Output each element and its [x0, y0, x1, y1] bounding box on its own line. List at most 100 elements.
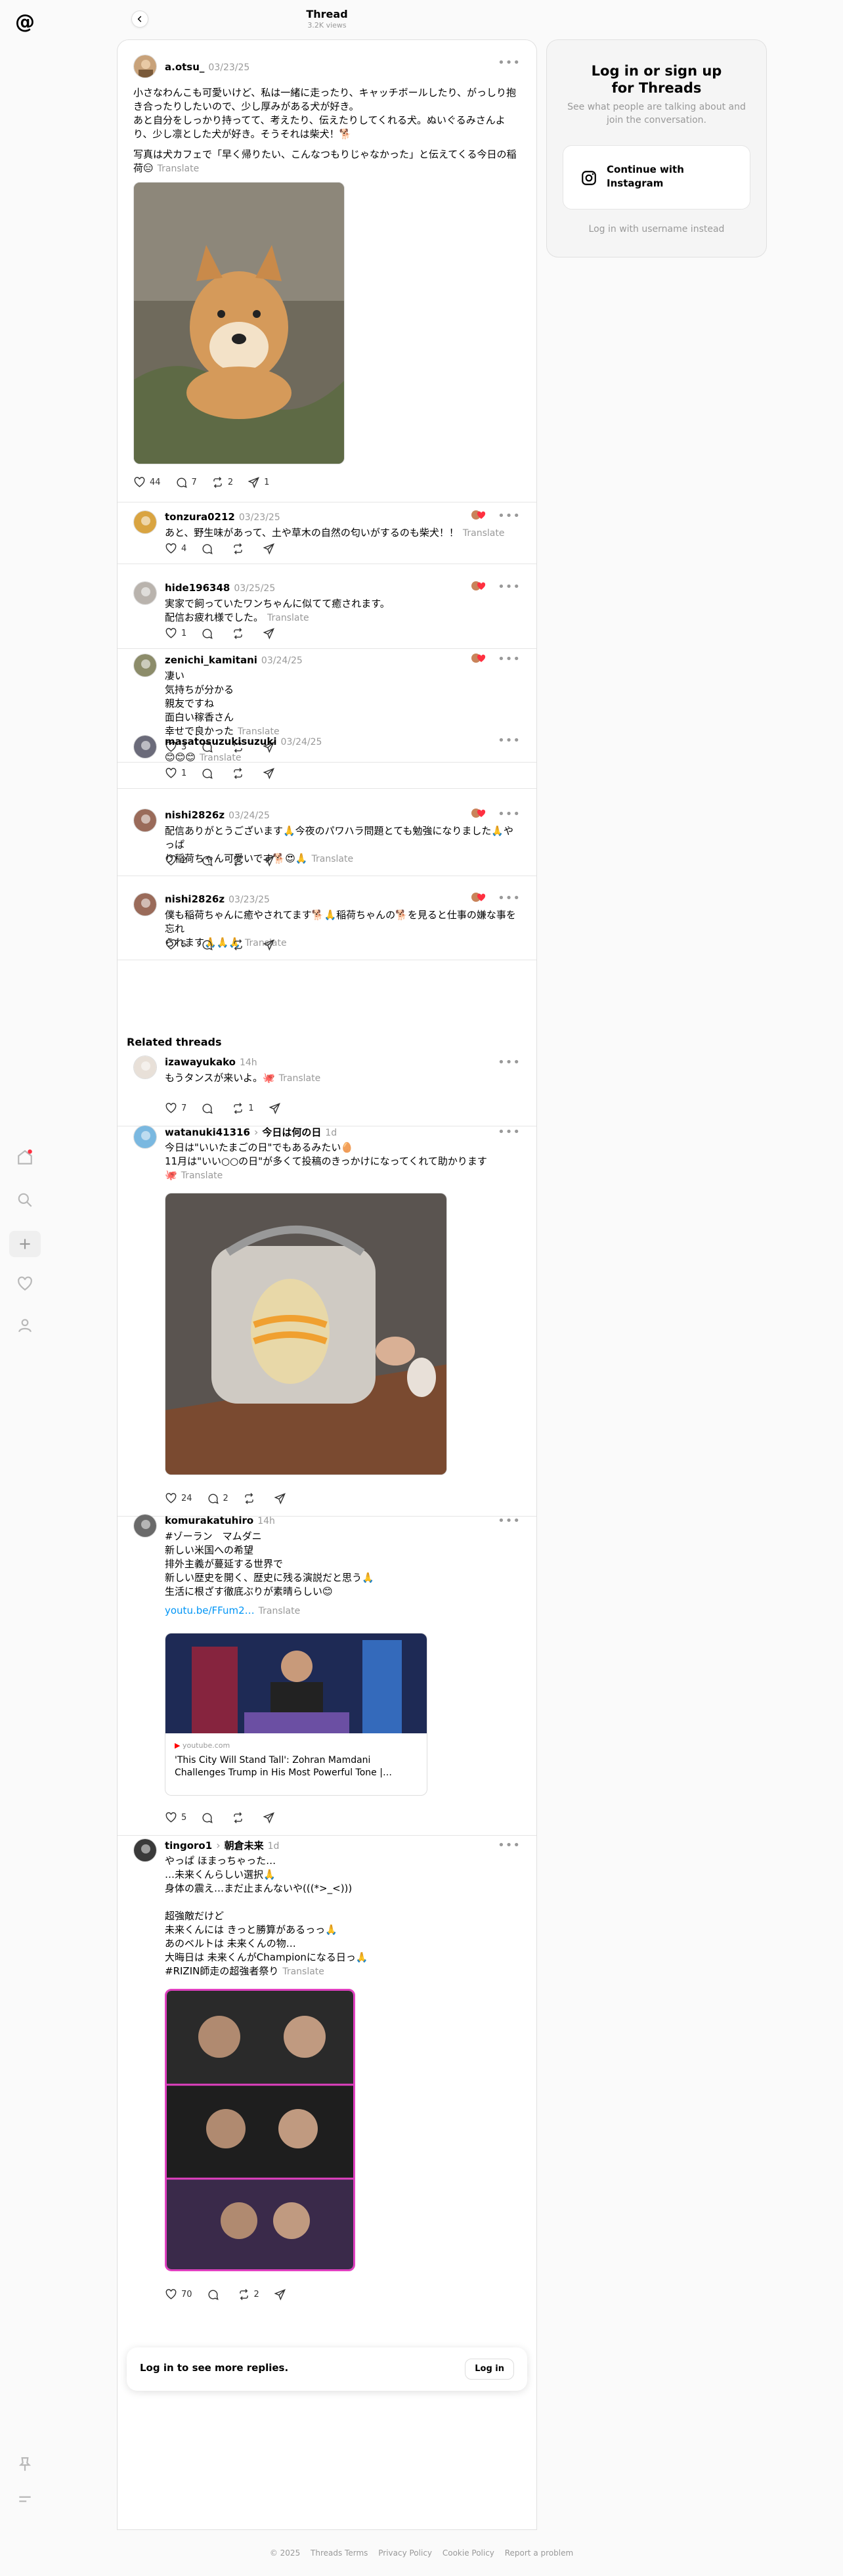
translate-link[interactable]: Translate [282, 1966, 324, 1977]
reply-button[interactable] [201, 1102, 217, 1115]
like-button[interactable]: 44 [133, 476, 161, 489]
more-options-icon[interactable]: ••• [498, 1514, 521, 1528]
more-options-icon[interactable]: ••• [498, 509, 521, 523]
username[interactable]: tonzura0212 [165, 511, 235, 523]
reply-button[interactable] [201, 855, 217, 867]
like-button[interactable]: 5 [165, 1811, 186, 1824]
avatar[interactable] [133, 809, 157, 832]
translate-link[interactable]: Translate [279, 1073, 321, 1084]
reply-button[interactable] [201, 1811, 217, 1824]
translate-link[interactable]: Translate [158, 164, 200, 174]
reply-button[interactable] [201, 627, 217, 640]
post-image-coin-purse[interactable] [165, 1193, 447, 1475]
footer-link-report[interactable]: Report a problem [505, 2548, 573, 2558]
more-options-icon[interactable]: ••• [498, 580, 521, 594]
avatar[interactable] [133, 55, 157, 78]
profile-icon[interactable] [15, 1316, 35, 1335]
like-button[interactable]: 1 [165, 627, 186, 640]
footer-link-terms[interactable]: Threads Terms [311, 2548, 368, 2558]
repost-button[interactable]: 2 [211, 476, 233, 489]
avatar[interactable] [133, 1125, 157, 1149]
repost-button[interactable]: 2 [238, 2288, 259, 2301]
continue-with-instagram-button[interactable]: Continue with Instagram [563, 145, 750, 210]
like-button[interactable]: 24 [165, 1492, 192, 1505]
reply-button[interactable]: 7 [175, 476, 197, 489]
username[interactable]: nishi2826z [165, 893, 225, 905]
footer-link-cookie[interactable]: Cookie Policy [443, 2548, 494, 2558]
like-button[interactable]: 4 [165, 543, 186, 555]
post-image-dog[interactable] [133, 182, 345, 464]
repost-button[interactable]: 1 [232, 1102, 254, 1115]
translate-link[interactable]: Translate [200, 753, 242, 763]
topic-tag[interactable]: 今日は何の日 [262, 1126, 321, 1138]
avatar[interactable] [133, 893, 157, 916]
share-button[interactable] [263, 627, 275, 640]
share-button[interactable] [263, 939, 275, 951]
share-button[interactable] [263, 543, 275, 555]
reply-button[interactable] [201, 543, 217, 555]
repost-button[interactable] [232, 767, 248, 780]
home-icon[interactable] [15, 1147, 35, 1167]
more-options-icon[interactable]: ••• [498, 652, 521, 666]
topic-tag[interactable]: 朝倉未来 [225, 1840, 264, 1852]
username[interactable]: watanuki41316 [165, 1126, 250, 1138]
reply-button[interactable]: 2 [207, 1492, 228, 1505]
translate-link[interactable]: Translate [312, 854, 354, 864]
share-button[interactable] [274, 2288, 286, 2301]
post-image-collage[interactable] [165, 1989, 355, 2271]
like-button[interactable]: 70 [165, 2288, 192, 2301]
username[interactable]: tingoro1 [165, 1840, 212, 1852]
reply-button[interactable] [207, 2288, 223, 2301]
pin-icon[interactable] [15, 2454, 35, 2474]
login-username-link[interactable]: Log in with username instead [547, 224, 766, 234]
login-button[interactable]: Log in [465, 2359, 514, 2380]
like-button[interactable]: 2 [165, 855, 186, 867]
more-options-icon[interactable]: ••• [498, 1838, 521, 1852]
repost-button[interactable] [232, 1811, 248, 1824]
like-button[interactable]: 7 [165, 1102, 186, 1115]
username[interactable]: a.otsu_ [165, 61, 204, 73]
activity-heart-icon[interactable] [15, 1274, 35, 1294]
external-link[interactable]: youtu.be/FFum2… [165, 1605, 255, 1616]
username[interactable]: nishi2826z [165, 809, 225, 821]
repost-button[interactable] [232, 855, 248, 867]
avatar[interactable] [133, 654, 157, 677]
share-button[interactable] [274, 1492, 286, 1505]
repost-button[interactable] [232, 543, 248, 555]
share-button[interactable] [263, 1811, 275, 1824]
share-button[interactable]: 1 [248, 476, 269, 489]
share-button[interactable] [263, 855, 275, 867]
repost-button[interactable] [243, 1492, 259, 1505]
more-options-icon[interactable]: ••• [498, 734, 521, 747]
share-button[interactable] [263, 767, 275, 780]
username[interactable]: zenichi_kamitani [165, 654, 257, 666]
translate-link[interactable]: Translate [463, 528, 505, 539]
menu-icon[interactable] [15, 2489, 35, 2509]
more-options-icon[interactable]: ••• [498, 56, 521, 70]
like-button[interactable]: 1 [165, 767, 186, 780]
avatar[interactable] [133, 510, 157, 534]
more-options-icon[interactable]: ••• [498, 1055, 521, 1069]
avatar[interactable] [133, 1055, 157, 1079]
username[interactable]: masatosuzukisuzuki [165, 736, 277, 747]
username[interactable]: izawayukako [165, 1056, 236, 1068]
username[interactable]: hide196348 [165, 582, 230, 594]
reply-button[interactable] [201, 767, 217, 780]
threads-logo-icon[interactable]: @ [12, 8, 38, 34]
avatar[interactable] [133, 735, 157, 759]
like-button[interactable]: 5 [165, 939, 186, 951]
translate-link[interactable]: Translate [259, 1606, 301, 1616]
avatar[interactable] [133, 1838, 157, 1862]
avatar[interactable] [133, 581, 157, 605]
more-options-icon[interactable]: ••• [498, 891, 521, 905]
link-preview-card[interactable]: ▶ youtube.com 'This City Will Stand Tall… [165, 1633, 427, 1796]
repost-button[interactable] [232, 627, 248, 640]
avatar[interactable] [133, 1514, 157, 1538]
translate-link[interactable]: Translate [267, 613, 309, 623]
search-icon[interactable] [15, 1190, 35, 1210]
create-icon[interactable] [9, 1231, 41, 1257]
reply-button[interactable] [201, 939, 217, 951]
more-options-icon[interactable]: ••• [498, 1125, 521, 1139]
share-button[interactable] [269, 1102, 281, 1115]
more-options-icon[interactable]: ••• [498, 807, 521, 821]
